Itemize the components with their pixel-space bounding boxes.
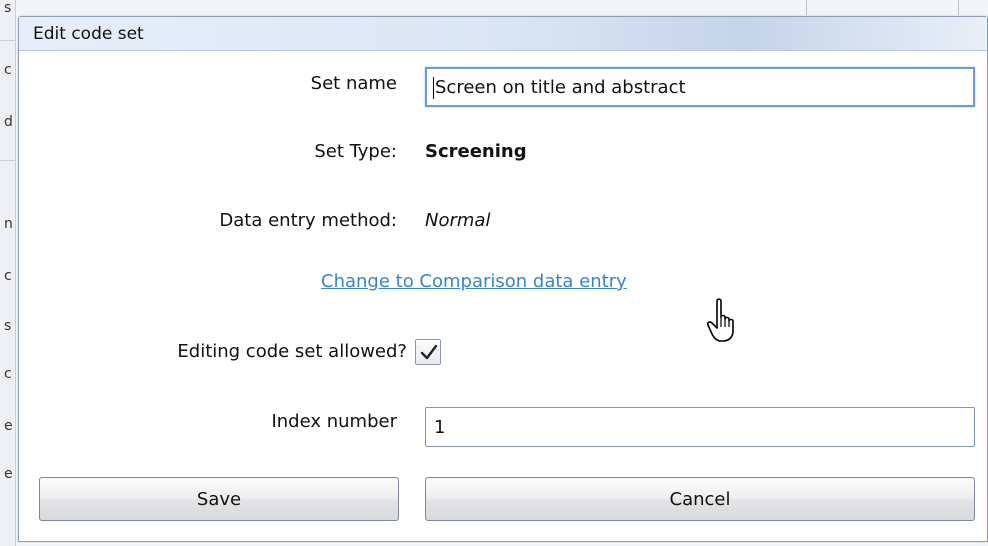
background-divider xyxy=(0,40,16,41)
dialog-title: Edit code set xyxy=(33,24,144,44)
index-number-input[interactable] xyxy=(425,407,975,447)
set-name-label: Set name xyxy=(310,73,397,94)
hand-pointer-icon xyxy=(707,298,734,342)
set-type-value: Screening xyxy=(425,141,527,162)
background-letter: e xyxy=(4,418,13,434)
cancel-button[interactable]: Cancel xyxy=(425,477,975,521)
text-caret xyxy=(433,77,434,99)
data-entry-method-value: Normal xyxy=(425,210,491,231)
save-button[interactable]: Save xyxy=(39,477,399,521)
checkmark-icon xyxy=(420,344,438,360)
background-letter: s xyxy=(4,318,12,334)
set-name-input[interactable] xyxy=(425,67,975,107)
index-number-label: Index number xyxy=(271,411,397,432)
background-letter: s xyxy=(4,0,12,16)
dialog-titlebar[interactable]: Edit code set xyxy=(19,17,987,51)
background-letter: c xyxy=(4,62,12,78)
set-type-label: Set Type: xyxy=(314,141,397,162)
background-letter: c xyxy=(4,366,12,382)
edit-code-set-dialog: Edit code set Set name Set Type: Screeni… xyxy=(18,16,988,542)
background-letter: n xyxy=(4,216,13,232)
background-letter: c xyxy=(4,268,12,284)
background-app-edge: s c d n c s c e e xyxy=(0,0,16,546)
background-letter: e xyxy=(4,466,13,482)
editing-allowed-checkbox[interactable] xyxy=(415,339,441,365)
data-entry-method-label: Data entry method: xyxy=(219,210,397,231)
background-divider xyxy=(0,160,16,161)
change-to-comparison-link[interactable]: Change to Comparison data entry xyxy=(321,271,627,292)
background-letter: d xyxy=(4,114,13,130)
editing-allowed-label: Editing code set allowed? xyxy=(177,341,407,362)
